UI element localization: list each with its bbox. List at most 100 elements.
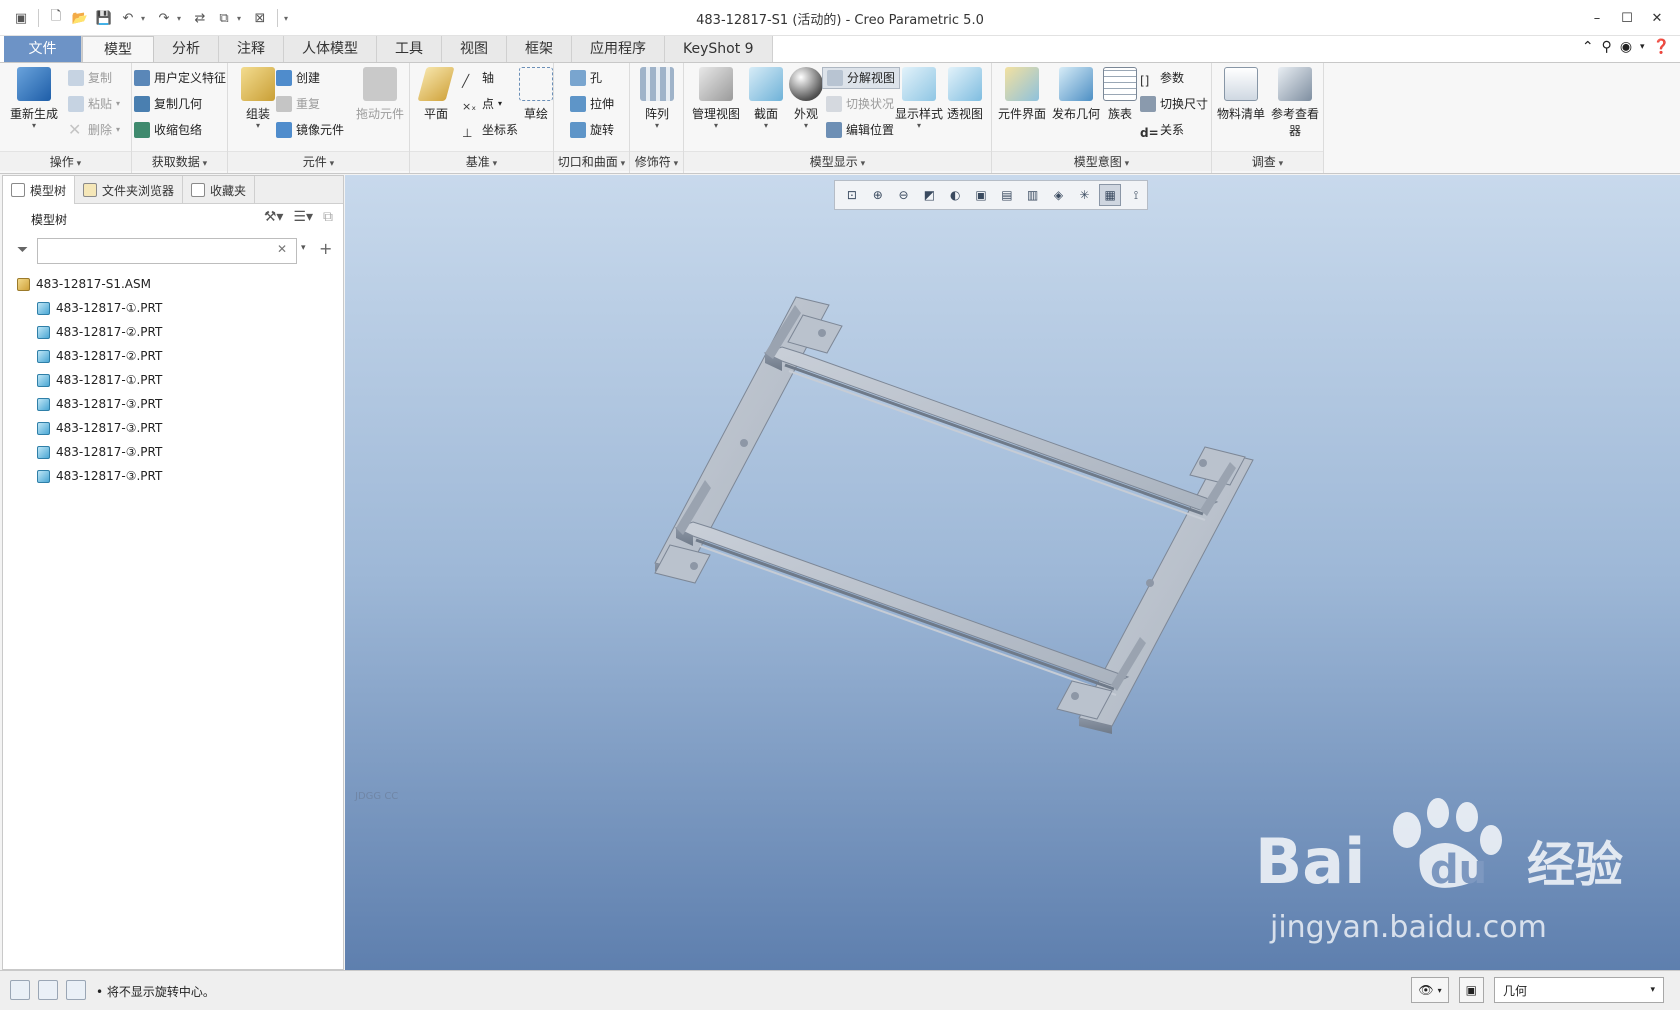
community-icon[interactable]: ◉: [1620, 39, 1632, 55]
tab-annotate[interactable]: 注释: [219, 36, 284, 62]
graphics-window[interactable]: ⊡ ⊕ ⊖ ◩ ◐ ▣ ▤ ▥ ◈ ✳ ▦ ⟟ JDGG CC Bai du 经…: [345, 175, 1680, 970]
find-button[interactable]: 👁 ▾: [1411, 977, 1449, 1003]
browser-icon[interactable]: [38, 980, 58, 1000]
sketch-button[interactable]: 草绘: [516, 65, 556, 122]
tree-item[interactable]: 483-12817-①.PRT: [3, 296, 343, 320]
display-style-button[interactable]: 显示样式 ▾: [894, 65, 944, 130]
tree-item[interactable]: 483-12817-③.PRT: [3, 416, 343, 440]
copy-button[interactable]: 复制: [68, 67, 112, 89]
window-title: 483-12817-S1 (活动的) - Creo Parametric 5.0: [696, 13, 984, 28]
group-label-investigate[interactable]: 调查: [1212, 151, 1323, 171]
toggle-status-button[interactable]: 切换状况: [826, 93, 894, 115]
regenerate-button[interactable]: 重新生成 ▾: [6, 65, 62, 130]
full-screen-icon[interactable]: [66, 980, 86, 1000]
tab-view[interactable]: 视图: [442, 36, 507, 62]
selection-filter-select[interactable]: 几何 ▾: [1494, 977, 1664, 1003]
group-label-datum[interactable]: 基准: [410, 151, 553, 171]
status-left-tools: [10, 980, 86, 1000]
edit-position-icon: [826, 122, 842, 138]
revolve-button[interactable]: 旋转: [570, 119, 614, 141]
publish-geometry-button[interactable]: 发布几何: [1048, 65, 1104, 122]
minimize-button[interactable]: –: [1582, 6, 1612, 30]
tab-framework[interactable]: 框架: [507, 36, 572, 62]
edit-position-button[interactable]: 编辑位置: [826, 119, 894, 141]
group-label-model-display[interactable]: 模型显示: [684, 151, 991, 171]
maximize-button[interactable]: ☐: [1612, 6, 1642, 30]
tab-tools[interactable]: 工具: [377, 36, 442, 62]
tab-file[interactable]: 文件: [4, 36, 82, 62]
model-tree: 483-12817-S1.ASM 483-12817-①.PRT 483-128…: [3, 266, 343, 488]
group-label-operations[interactable]: 操作: [0, 151, 131, 171]
plane-button[interactable]: 平面: [414, 65, 458, 122]
udf-button[interactable]: 用户定义特征: [134, 67, 226, 89]
mirror-component-button[interactable]: 镜像元件: [276, 119, 344, 141]
reference-viewer-button[interactable]: 参考查看器: [1268, 65, 1322, 139]
tree-search-input[interactable]: [37, 238, 297, 264]
explode-view-button[interactable]: 分解视图: [822, 67, 901, 89]
chevron-down-icon[interactable]: ▾: [1640, 42, 1645, 52]
group-model-display: 管理视图 ▾ 截面 ▾ 外观 ▾ 分解视图 切换状况 编辑位置 显示样式 ▾ 透…: [684, 63, 992, 173]
tab-analysis[interactable]: 分析: [154, 36, 219, 62]
extrude-button[interactable]: 拉伸: [570, 93, 614, 115]
selection-button[interactable]: ▣: [1458, 977, 1484, 1003]
delete-button[interactable]: ✕ 删除 ▾: [68, 119, 120, 141]
create-component-button[interactable]: 创建: [276, 67, 320, 89]
tree-item[interactable]: 483-12817-③.PRT: [3, 392, 343, 416]
tab-applications[interactable]: 应用程序: [572, 36, 665, 62]
group-label-get-data[interactable]: 获取数据: [132, 151, 227, 171]
close-button[interactable]: ✕: [1642, 6, 1672, 30]
axis-button[interactable]: ╱ 轴: [462, 67, 494, 89]
tree-filter-icon[interactable]: ⧉: [323, 209, 333, 225]
perspective-button[interactable]: 透视图: [942, 65, 988, 122]
search-dropdown-icon[interactable]: ▾: [301, 243, 306, 253]
drag-components-button[interactable]: 拖动元件: [352, 65, 408, 122]
filter-icon[interactable]: ⏷: [17, 242, 28, 258]
tree-root[interactable]: 483-12817-S1.ASM: [3, 272, 343, 296]
toggle-navigator-icon[interactable]: [10, 980, 30, 1000]
hole-button[interactable]: 孔: [570, 67, 602, 89]
parameters-button[interactable]: [] 参数: [1140, 67, 1184, 89]
group-label-component[interactable]: 元件: [228, 151, 409, 171]
tab-favorites[interactable]: 收藏夹: [183, 176, 256, 204]
group-label-modifiers[interactable]: 修饰符: [630, 151, 683, 171]
tree-columns-icon[interactable]: ☰▾: [293, 209, 313, 225]
add-icon[interactable]: +: [319, 239, 332, 258]
tree-item[interactable]: 483-12817-②.PRT: [3, 320, 343, 344]
manage-views-button[interactable]: 管理视图 ▾: [688, 65, 744, 130]
group-label-model-intent[interactable]: 模型意图: [992, 151, 1211, 171]
relations-button[interactable]: d= 关系: [1140, 119, 1184, 141]
tree-item[interactable]: 483-12817-③.PRT: [3, 440, 343, 464]
tab-model[interactable]: 模型: [82, 36, 154, 62]
switch-dimensions-button[interactable]: 切换尺寸: [1140, 93, 1208, 115]
repeat-button[interactable]: 重复: [276, 93, 320, 115]
pattern-button[interactable]: 阵列 ▾: [632, 65, 682, 130]
bom-button[interactable]: 物料清单: [1214, 65, 1268, 122]
help-icon[interactable]: ❓: [1653, 39, 1670, 55]
frame-top-beam[interactable]: [763, 346, 1219, 521]
frame-bottom-beam[interactable]: [674, 521, 1130, 696]
shrinkwrap-button[interactable]: 收缩包络: [134, 119, 202, 141]
group-label-cut-surface[interactable]: 切口和曲面: [554, 151, 629, 171]
tree-settings-icon[interactable]: ⚒▾: [264, 209, 284, 225]
navigator-panel: 模型树 文件夹浏览器 收藏夹 模型树 ⚒▾ ☰▾ ⧉ ⏷ ✕ ▾ + 483-1…: [2, 175, 344, 970]
tab-manikin[interactable]: 人体模型: [284, 36, 377, 62]
paste-button[interactable]: 粘贴 ▾: [68, 93, 120, 115]
part-icon: [37, 349, 50, 363]
family-table-button[interactable]: 族表: [1100, 65, 1140, 122]
bom-icon: [1224, 67, 1258, 101]
component-interface-button[interactable]: 元件界面: [994, 65, 1050, 122]
tree-item[interactable]: 483-12817-①.PRT: [3, 368, 343, 392]
collapse-ribbon-icon[interactable]: ⌃: [1582, 39, 1594, 55]
point-button[interactable]: ×ₓ 点 ▾: [462, 93, 502, 115]
section-button[interactable]: 截面 ▾: [744, 65, 788, 130]
tab-model-tree[interactable]: 模型树: [3, 176, 76, 204]
search-icon[interactable]: ⚲: [1602, 39, 1612, 55]
tree-item[interactable]: 483-12817-②.PRT: [3, 344, 343, 368]
csys-button[interactable]: ⊥ 坐标系: [462, 119, 518, 141]
copy-geometry-button[interactable]: 复制几何: [134, 93, 202, 115]
tab-folder-browser[interactable]: 文件夹浏览器: [75, 176, 184, 204]
favorites-icon: [191, 183, 206, 197]
clear-search-icon[interactable]: ✕: [277, 242, 287, 256]
tab-keyshot[interactable]: KeyShot 9: [665, 36, 773, 62]
tree-item[interactable]: 483-12817-③.PRT: [3, 464, 343, 488]
